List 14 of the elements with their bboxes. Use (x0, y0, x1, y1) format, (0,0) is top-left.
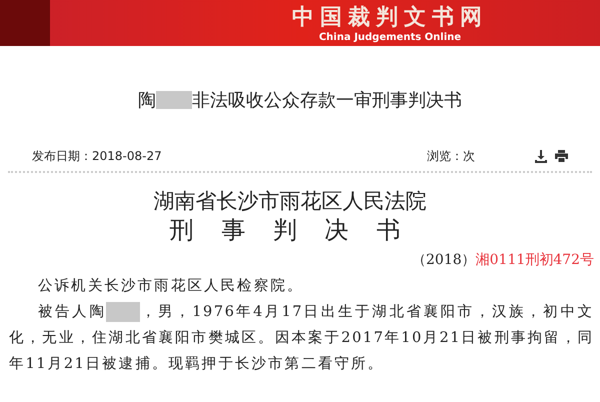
paragraph: 公诉机关长沙市雨花区人民检察院。 (37, 276, 305, 296)
banner-accent-block (0, 0, 50, 46)
court-name: 湖南省长沙市雨花区人民法院 (152, 188, 428, 215)
site-subtitle: China Judgements Online (318, 32, 462, 44)
view-count: 浏览：次 (427, 148, 475, 165)
document-type: 刑 事 判 决 书 (168, 215, 412, 245)
print-icon[interactable] (555, 150, 568, 162)
case-number-year: （2018） (412, 252, 476, 268)
publish-date: 发布日期：2018-08-27 (32, 148, 163, 165)
case-number: 湘0111刑初472号 (476, 252, 594, 268)
download-icon[interactable] (535, 150, 547, 163)
site-logo-text[interactable]: 中国裁判文书网 (292, 4, 488, 32)
paragraph: 被告人陶 ，男，1976年4月17日出生于湖北省襄阳市，汉族，初中文化，无业，住湖北省襄阳市樊城区。因本案于2017年10月21日被刑事拘留，同年11月21日被逮捕。现羁押于长沙市第二看守所。 (9, 301, 594, 374)
page-title: 陶 非法吸收公众存款一审刑事判决书 (137, 89, 463, 112)
